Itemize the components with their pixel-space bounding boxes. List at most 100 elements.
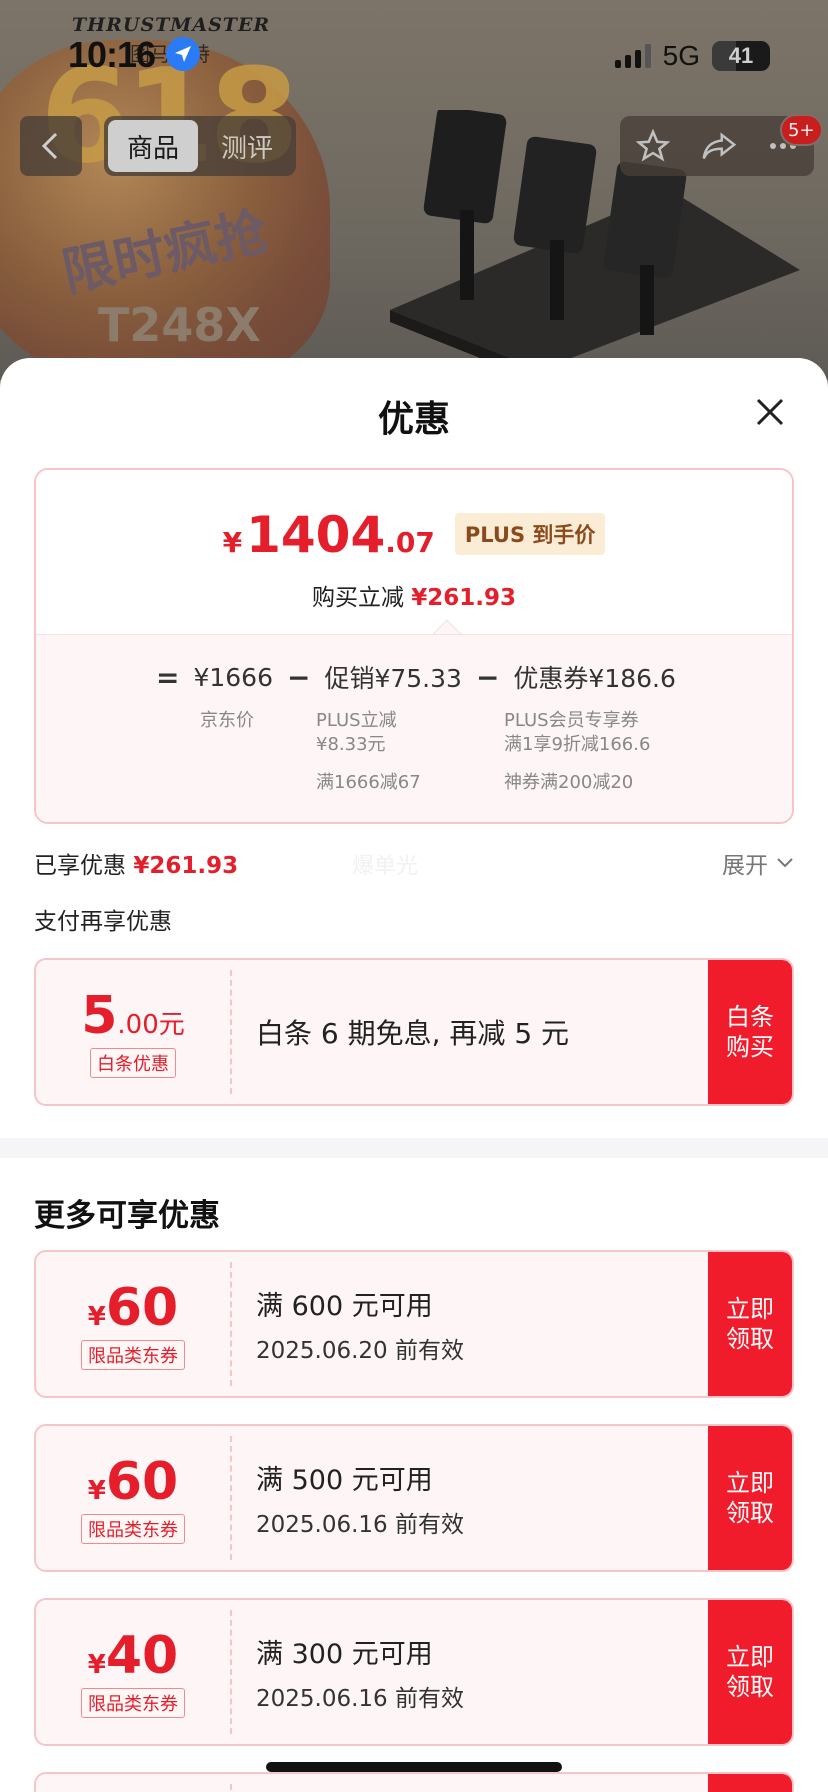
- close-icon[interactable]: [750, 392, 790, 432]
- coupon-divider: [230, 1610, 232, 1734]
- sheet-title: 优惠: [377, 399, 450, 440]
- coupon-divider: [230, 1784, 232, 1792]
- coupon-condition: 满 600 元可用: [256, 1290, 433, 1322]
- home-indicator[interactable]: [266, 1762, 562, 1772]
- coupon-amount-value: 60: [105, 1278, 179, 1338]
- coupon-amount: ¥ 60: [88, 1452, 178, 1512]
- coupon-tag: 限品类东券: [81, 1514, 185, 1544]
- coupon-currency: ¥: [87, 1302, 106, 1332]
- network-type: 5G: [662, 40, 700, 71]
- coupon-condition: 满 500 元可用: [256, 1464, 433, 1496]
- coupon-card: ¥ 60 限品类东券 满 500 元可用 2025.06.16 前有效 立即 领…: [34, 1424, 794, 1572]
- coupon-card-partial: [34, 1772, 794, 1792]
- instant-discount-label: 购买立减: [311, 585, 404, 611]
- price-currency: ¥: [222, 526, 243, 559]
- share-icon[interactable]: [701, 129, 737, 163]
- promo-amount: 促销¥75.33: [324, 664, 462, 693]
- button-label: 立即: [726, 1643, 774, 1671]
- discount-sheet: 优惠 ¥ 1404 .07 PLUS 到手价 购买立减 ¥261.93 = ¥1…: [0, 358, 828, 1792]
- coupon-currency: ¥: [87, 1650, 106, 1680]
- minus-sign: −: [475, 660, 500, 694]
- coupon-expiry: 2025.06.16 前有效: [256, 1511, 464, 1538]
- coupon-card: ¥ 60 限品类东券 满 600 元可用 2025.06.20 前有效 立即 领…: [34, 1250, 794, 1398]
- chevron-down-icon: [777, 858, 793, 868]
- claim-coupon-button[interactable]: [708, 1774, 792, 1792]
- expand-button[interactable]: 展开: [722, 846, 794, 880]
- coupon-divider: [230, 1436, 232, 1560]
- cellular-signal-icon: [614, 44, 651, 68]
- coupon-card: ¥ 40 限品类东券 满 300 元可用 2025.06.16 前有效 立即 领…: [34, 1598, 794, 1746]
- coupon-detail: PLUS会员专享券 满1享9折减166.6 神券满200减20: [504, 709, 650, 795]
- baitiao-coupon: 5 .00元 白条优惠 白条 6 期免息, 再减 5 元 白条 购买: [34, 958, 794, 1106]
- product-header-background: 618 限时疯抢 T248X THRUSTMASTER 图马思特 10:16 5…: [0, 0, 828, 380]
- expand-label: 展开: [722, 853, 768, 879]
- coupon-amount-value: 40: [105, 1626, 179, 1686]
- price-decimal: .07: [385, 526, 435, 559]
- coupon-desc: 白条 6 期免息, 再减 5 元: [256, 1017, 570, 1050]
- brand-logo: THRUSTMASTER: [72, 14, 271, 36]
- star-icon[interactable]: [635, 129, 670, 163]
- plus-price-tag: PLUS 到手价: [454, 513, 606, 555]
- coupon-tag: 限品类东券: [81, 1688, 185, 1718]
- price-summary-card: ¥ 1404 .07 PLUS 到手价 购买立减 ¥261.93 = ¥1666…: [34, 468, 794, 824]
- coupon-expiry: 2025.06.20 前有效: [256, 1337, 464, 1364]
- coupon-divider: [230, 1262, 232, 1386]
- coupon-amount: 5 .00元: [81, 986, 185, 1046]
- coupon-tag: 限品类东券: [81, 1340, 185, 1370]
- button-label: 立即: [726, 1295, 774, 1323]
- coupon-detail-line: 神券满200减20: [504, 772, 634, 793]
- baitiao-buy-button[interactable]: 白条 购买: [708, 960, 792, 1104]
- minus-sign: −: [287, 660, 311, 694]
- chevron-left-icon: [41, 132, 58, 160]
- instant-discount-amount: ¥261.93: [411, 585, 517, 611]
- promo-detail: PLUS立减 ¥8.33元 满1666减67: [316, 709, 421, 795]
- coupon-detail-line: PLUS会员专享券: [504, 710, 639, 731]
- price-breakdown: = ¥1666 − 促销¥75.33 − 优惠券¥186.6 京东价 PLUS立…: [36, 634, 792, 822]
- coupon-amount-dec: .00元: [117, 1010, 185, 1040]
- enjoyed-discount: 已享优惠 ¥261.93: [34, 846, 238, 880]
- tab-reviews[interactable]: 测评: [202, 120, 292, 172]
- coupon-amount: 优惠券¥186.6: [513, 664, 676, 693]
- promo-detail-line: ¥8.33元: [316, 734, 386, 755]
- battery-icon: 41: [712, 41, 770, 71]
- claim-coupon-button[interactable]: 立即 领取: [708, 1252, 792, 1396]
- coupon-value: ¥ 40 限品类东券: [36, 1600, 230, 1744]
- coupon-amount-int: 5: [81, 986, 118, 1046]
- coupon-info: 满 300 元可用 2025.06.16 前有效: [256, 1600, 464, 1744]
- coupon-tag: 白条优惠: [90, 1048, 176, 1078]
- faded-watermark-text: 爆单光: [352, 854, 419, 879]
- enjoyed-amount: ¥261.93: [133, 853, 239, 879]
- coupon-info: 满 600 元可用 2025.06.20 前有效: [256, 1252, 464, 1396]
- button-label: 立即: [726, 1469, 774, 1497]
- equals-sign: =: [156, 660, 180, 694]
- button-label: 购买: [726, 1033, 774, 1061]
- back-button[interactable]: [20, 116, 82, 176]
- coupon-condition: 满 300 元可用: [256, 1638, 433, 1670]
- section-divider: [0, 1138, 828, 1158]
- button-label: 领取: [726, 1499, 774, 1527]
- coupon-expiry: 2025.06.16 前有效: [256, 1685, 464, 1712]
- status-time: 10:16: [68, 34, 156, 75]
- message-count-badge: 5+: [780, 114, 823, 146]
- more-discounts-title: 更多可享优惠: [34, 1198, 220, 1234]
- coupon-amount-value: 60: [105, 1452, 179, 1512]
- battery-percent: 41: [728, 43, 754, 68]
- final-price: ¥ 1404 .07 PLUS 到手价: [36, 506, 792, 565]
- coupon-currency: ¥: [87, 1476, 106, 1506]
- status-indicators: 5G 41: [614, 40, 770, 72]
- button-label: 领取: [726, 1673, 774, 1701]
- claim-coupon-button[interactable]: 立即 领取: [708, 1426, 792, 1570]
- final-price-area: ¥ 1404 .07 PLUS 到手价 购买立减 ¥261.93: [36, 470, 792, 634]
- promo-detail-line: 满1666减67: [316, 772, 421, 793]
- tab-product[interactable]: 商品: [108, 120, 198, 172]
- jd-price-label: 京东价: [200, 710, 254, 731]
- claim-coupon-button[interactable]: 立即 领取: [708, 1600, 792, 1744]
- coupon-amount: ¥ 40: [88, 1626, 178, 1686]
- button-label: 白条: [726, 1003, 774, 1031]
- button-label: 领取: [726, 1325, 774, 1353]
- pay-more-label: 支付再享优惠: [34, 909, 172, 935]
- coupon-detail-line: 满1享9折减166.6: [504, 734, 651, 755]
- jd-price: ¥1666: [193, 662, 273, 692]
- coupon-value: ¥ 60 限品类东券: [36, 1252, 230, 1396]
- coupon-amount: ¥ 60: [88, 1278, 178, 1338]
